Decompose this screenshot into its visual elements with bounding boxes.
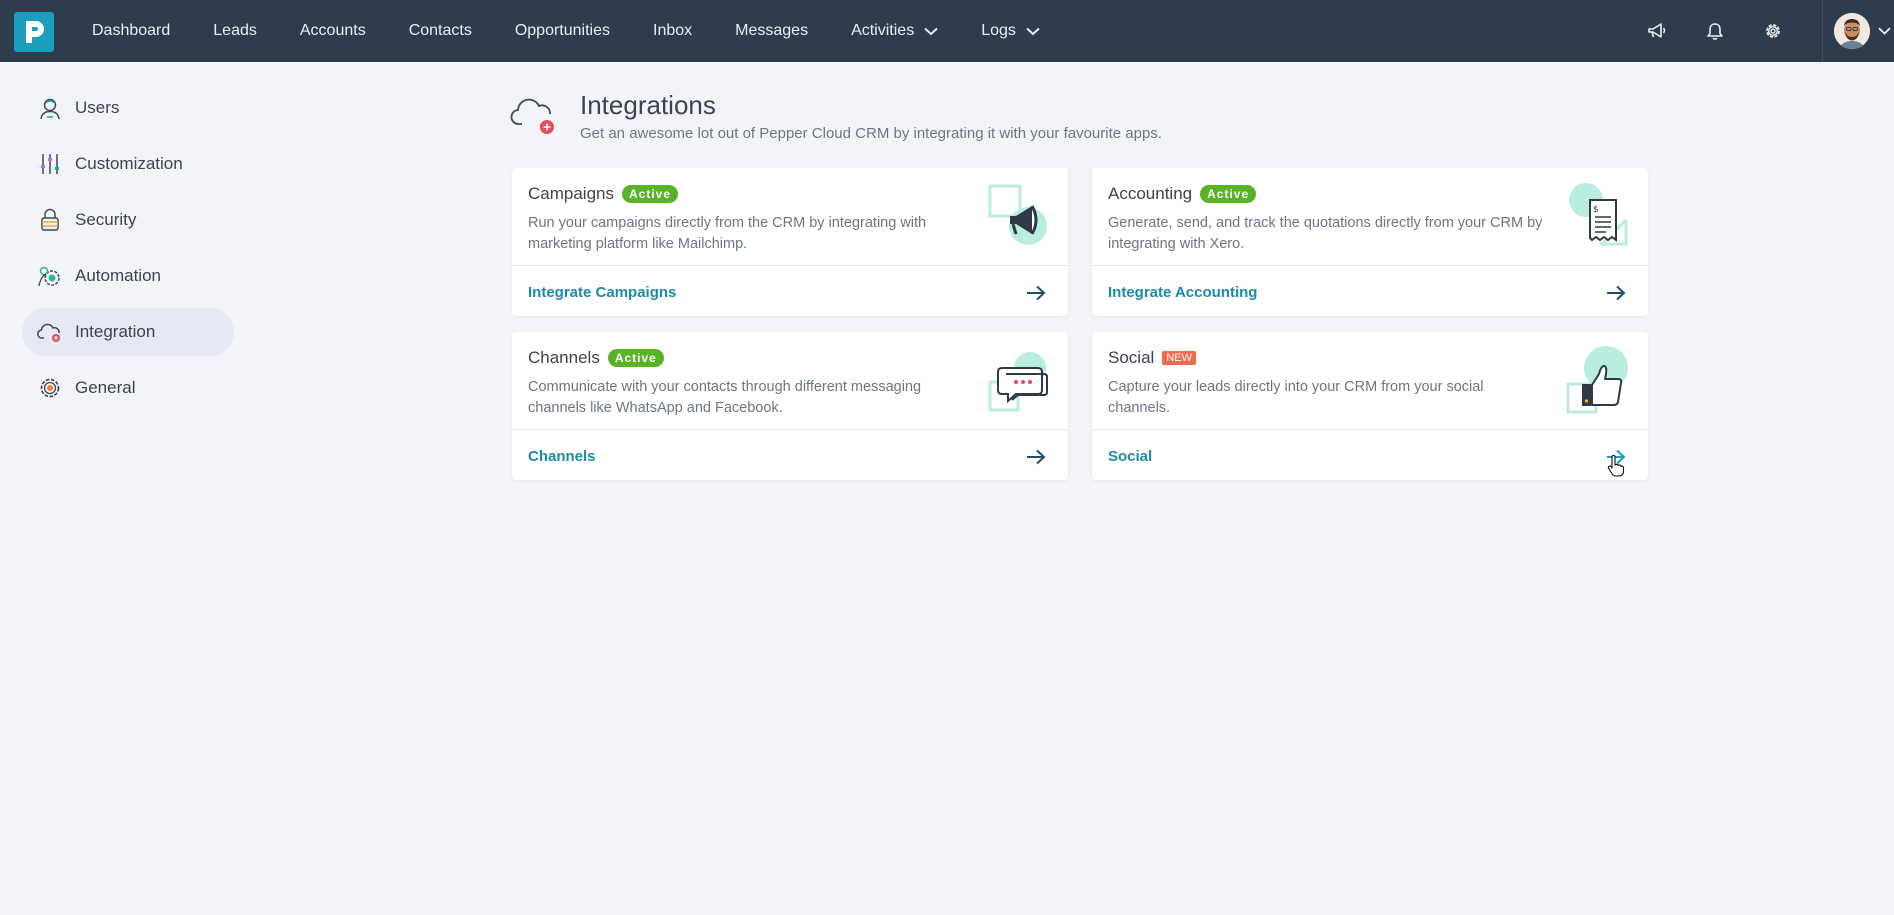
svg-text:$: $ xyxy=(1593,205,1599,215)
nav-messages[interactable]: Messages xyxy=(735,22,808,40)
chat-bubbles-icon xyxy=(988,352,1048,412)
nav-logs[interactable]: Logs xyxy=(981,22,1040,40)
card-title: Social xyxy=(1108,348,1155,367)
status-badge: Active xyxy=(622,185,679,203)
sidebar-item-label: Security xyxy=(75,210,137,229)
integration-card-channels: Channels Active Communicate with your co… xyxy=(512,332,1068,480)
thumbs-up-icon xyxy=(1566,346,1628,414)
nav-messages-label: Messages xyxy=(735,22,809,39)
sidebar-item-security[interactable]: Security xyxy=(22,196,234,244)
card-title-row: Accounting Active xyxy=(1108,184,1257,204)
card-title: Channels xyxy=(528,348,600,367)
receipt-icon: $ xyxy=(1569,183,1628,246)
navbar-right-actions xyxy=(1628,0,1894,62)
hand-cursor-icon xyxy=(1607,455,1625,477)
channels-link[interactable]: Channels xyxy=(528,448,596,465)
nav-dashboard-label: Dashboard xyxy=(92,22,171,39)
sidebar-item-label: General xyxy=(75,378,136,397)
main-nav: Dashboard Leads Accounts Contacts Opport… xyxy=(92,0,1083,62)
integrate-campaigns-link[interactable]: Integrate Campaigns xyxy=(528,284,676,301)
lock-icon xyxy=(37,207,63,233)
notifications-button[interactable] xyxy=(1686,0,1744,62)
integration-card-campaigns: Campaigns Active Run your campaigns dire… xyxy=(512,168,1068,316)
nav-leads-label: Leads xyxy=(213,22,257,39)
nav-accounts-label: Accounts xyxy=(299,22,366,39)
nav-dashboard[interactable]: Dashboard xyxy=(92,22,170,40)
user-icon xyxy=(37,95,63,121)
nav-contacts[interactable]: Contacts xyxy=(409,22,472,40)
card-body: Campaigns Active Run your campaigns dire… xyxy=(512,168,1068,266)
megaphone-icon xyxy=(988,184,1047,245)
nav-inbox[interactable]: Inbox xyxy=(653,22,692,40)
nav-opportunities[interactable]: Opportunities xyxy=(515,22,610,40)
card-title: Accounting xyxy=(1108,184,1193,203)
card-title-row: Campaigns Active xyxy=(528,184,679,204)
card-title-row: Social NEW xyxy=(1108,348,1196,368)
status-badge: Active xyxy=(607,349,664,367)
sliders-icon xyxy=(37,151,63,177)
card-body: Channels Active Communicate with your co… xyxy=(512,332,1068,430)
card-description: Run your campaigns directly from the CRM… xyxy=(528,215,927,252)
social-link[interactable]: Social xyxy=(1108,448,1152,465)
sidebar-item-label: Users xyxy=(75,98,120,117)
integration-card-accounting: Accounting Active Generate, send, and tr… xyxy=(1092,168,1648,316)
sidebar-item-label: Integration xyxy=(75,322,156,341)
avatar xyxy=(1834,13,1870,49)
arrow-right-icon[interactable] xyxy=(1026,449,1046,465)
settings-button[interactable] xyxy=(1744,0,1802,62)
integrate-accounting-link[interactable]: Integrate Accounting xyxy=(1108,284,1257,301)
bell-icon xyxy=(1707,22,1723,40)
chevron-down-icon xyxy=(924,27,938,36)
settings-icon xyxy=(37,375,63,401)
page-subtitle: Get an awesome lot out of Pepper Cloud C… xyxy=(580,125,1162,142)
nav-logs-label: Logs xyxy=(981,22,1016,39)
chevron-down-icon xyxy=(1026,27,1040,36)
sidebar-item-users[interactable]: Users xyxy=(22,84,234,132)
cloud-icon xyxy=(37,319,63,345)
nav-inbox-label: Inbox xyxy=(653,22,693,39)
pepper-logo-icon xyxy=(26,21,44,43)
automation-icon xyxy=(37,263,63,289)
sidebar-item-label: Customization xyxy=(75,154,183,173)
card-description: Capture your leads directly into your CR… xyxy=(1108,379,1484,416)
cloud-icon xyxy=(510,98,554,134)
sidebar-item-integration[interactable]: Integration xyxy=(22,308,234,356)
arrow-right-icon[interactable] xyxy=(1026,285,1046,301)
card-description: Generate, send, and track the quotations… xyxy=(1108,215,1543,252)
sidebar-item-general[interactable]: General xyxy=(22,364,234,412)
nav-accounts[interactable]: Accounts xyxy=(300,22,366,40)
card-title-row: Channels Active xyxy=(528,348,664,368)
new-badge: NEW xyxy=(1162,351,1196,365)
settings-sidebar: Users Customization Security Automation … xyxy=(22,84,234,420)
integration-card-social: Social NEW Capture your leads directly i… xyxy=(1092,332,1648,480)
sidebar-item-label: Automation xyxy=(75,266,161,285)
arrow-right-icon[interactable] xyxy=(1606,285,1626,301)
card-description: Communicate with your contacts through d… xyxy=(528,379,922,416)
megaphone-icon xyxy=(1648,23,1666,38)
nav-opportunities-label: Opportunities xyxy=(514,22,610,39)
gear-icon xyxy=(1766,24,1780,38)
nav-leads[interactable]: Leads xyxy=(213,22,257,40)
sidebar-item-customization[interactable]: Customization xyxy=(22,140,234,188)
card-body: Social NEW Capture your leads directly i… xyxy=(1092,332,1648,430)
app-logo[interactable] xyxy=(14,12,54,52)
card-title: Campaigns xyxy=(528,184,614,203)
nav-contacts-label: Contacts xyxy=(408,22,472,39)
status-badge: Active xyxy=(1200,185,1257,203)
sidebar-item-automation[interactable]: Automation xyxy=(22,252,234,300)
card-body: Accounting Active Generate, send, and tr… xyxy=(1092,168,1648,266)
user-menu[interactable] xyxy=(1822,0,1894,62)
page-title: Integrations xyxy=(580,90,716,120)
top-navbar: Dashboard Leads Accounts Contacts Opport… xyxy=(0,0,1894,62)
chevron-down-icon xyxy=(1878,27,1891,35)
announcements-button[interactable] xyxy=(1628,0,1686,62)
nav-activities-label: Activities xyxy=(851,22,915,39)
nav-activities[interactable]: Activities xyxy=(851,22,938,40)
